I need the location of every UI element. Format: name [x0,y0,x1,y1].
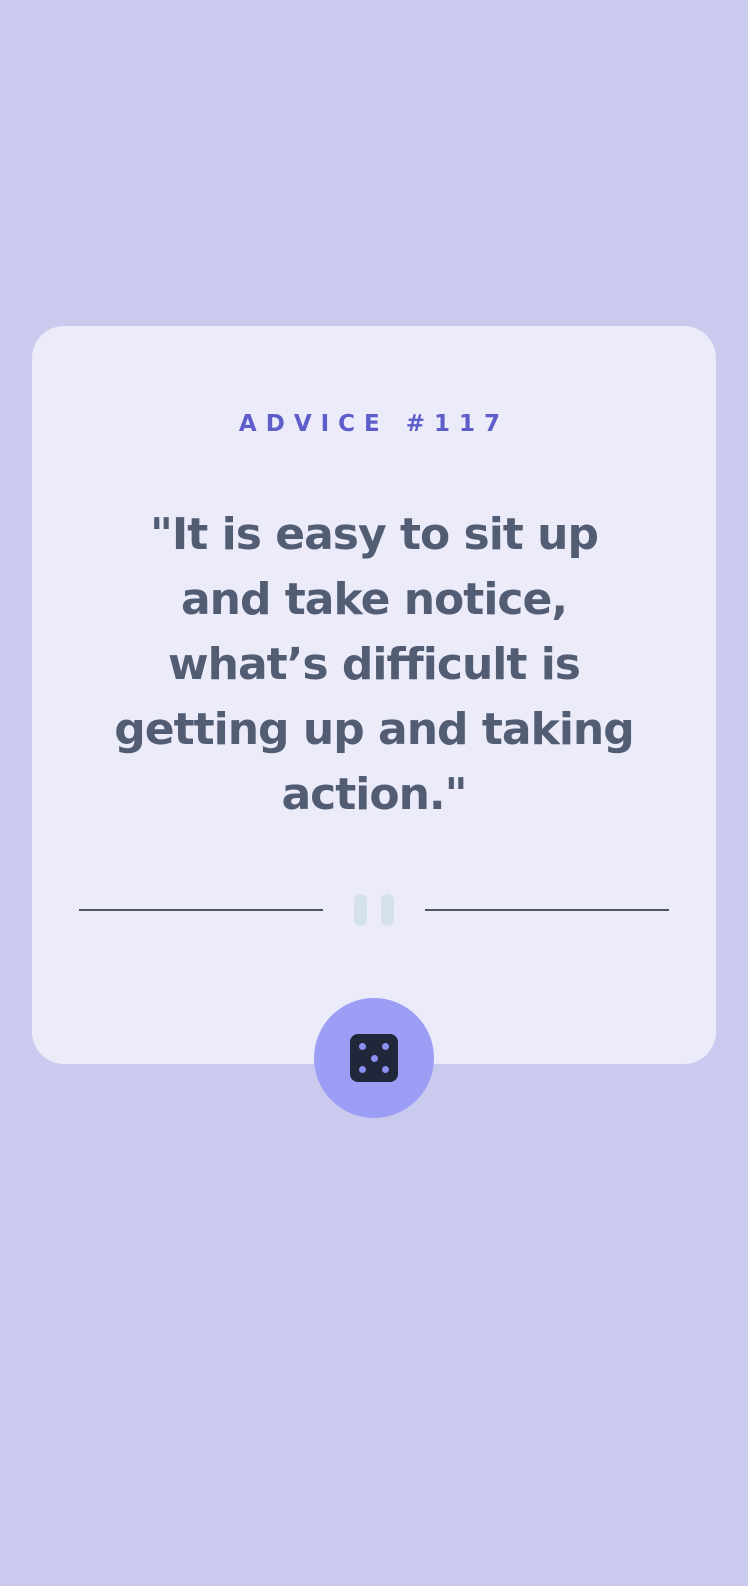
new-advice-button[interactable] [314,998,434,1118]
advice-text: "It is easy to sit up and take notice, w… [114,509,634,820]
divider-line-left [79,909,323,911]
dice-icon [350,1034,398,1082]
advice-card: ADVICE #117 "It is easy to sit up and ta… [32,326,716,1064]
dice-pip [382,1043,389,1050]
dice-pip [370,1054,378,1062]
dice-pip [359,1043,366,1050]
pause-icon-bar-right [381,894,394,926]
pattern-divider [79,892,669,926]
pause-icon-bar-left [354,894,367,926]
dice-pip [382,1066,389,1073]
advice-id-label: ADVICE #117 [238,411,510,437]
dice-pip [359,1066,366,1073]
divider-line-right [425,909,669,911]
